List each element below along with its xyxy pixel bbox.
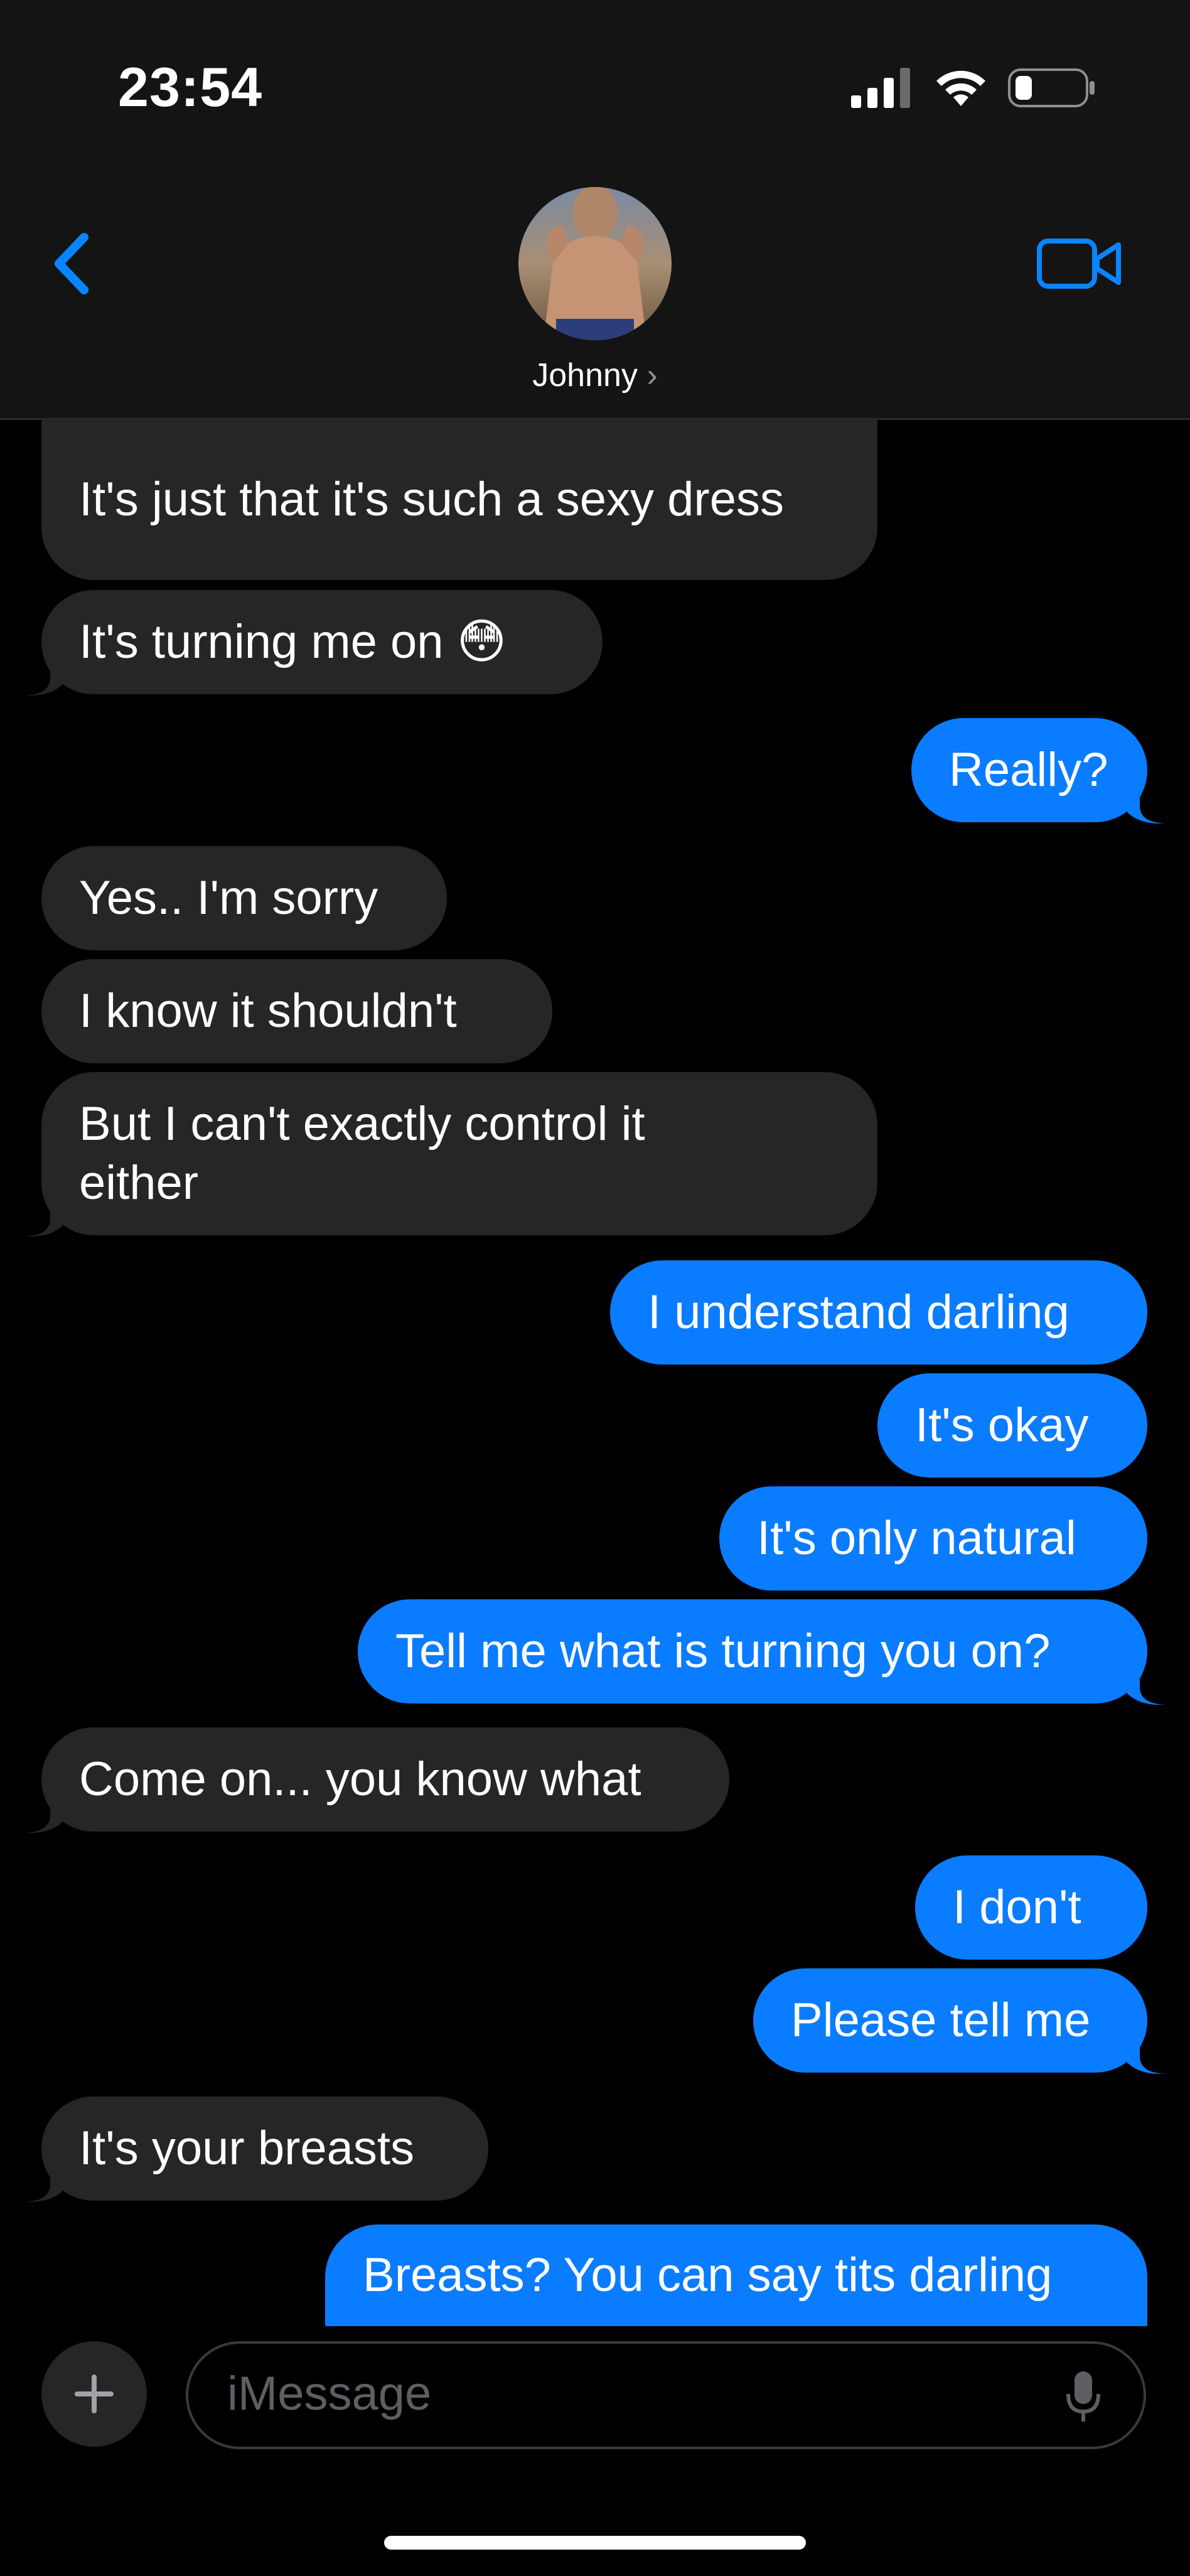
back-button[interactable] (45, 226, 102, 301)
bubble-tail (25, 1200, 63, 1237)
microphone-icon[interactable] (1064, 2369, 1102, 2425)
video-call-button[interactable] (1036, 232, 1123, 295)
sent-message[interactable]: It's only natural (719, 1486, 1147, 1591)
contact-name[interactable]: Johnny › (0, 357, 1190, 394)
plus-icon (75, 2375, 114, 2413)
contact-avatar[interactable] (518, 187, 672, 340)
received-message[interactable]: I know it shouldn't (41, 959, 552, 1063)
input-placeholder: iMessage (227, 2367, 432, 2420)
bubble-tail (25, 2165, 63, 2203)
home-indicator (384, 2536, 806, 2550)
bubble-tail (25, 659, 63, 696)
sent-message[interactable]: Breasts? You can say tits darling (325, 2224, 1147, 2326)
received-message[interactable]: But I can't exactly control it either (41, 1072, 877, 1235)
status-icons (851, 63, 1096, 113)
avatar-photo (518, 187, 672, 340)
bubble-tail (1127, 2037, 1165, 2074)
add-attachment-button[interactable] (41, 2341, 147, 2447)
sent-message[interactable]: It's okay (877, 1373, 1147, 1478)
received-message[interactable]: It's just that it's such a sexy dress (41, 419, 877, 580)
sent-message[interactable]: Really? (911, 718, 1147, 822)
signal-icon (851, 68, 910, 108)
back-chevron-icon (55, 233, 88, 294)
bubble-tail (25, 1796, 63, 1833)
received-message[interactable]: It's turning me on 😳 (41, 590, 603, 694)
received-message[interactable]: Yes.. I'm sorry (41, 846, 447, 950)
status-time: 23:54 (118, 56, 263, 118)
received-message[interactable]: It's your breasts (41, 2096, 488, 2201)
conversation-header: 23:54 Johnny › (0, 0, 1190, 419)
sent-message[interactable]: Please tell me (753, 1968, 1147, 2073)
received-message[interactable]: Come on... you know what (41, 1727, 729, 1832)
sent-message[interactable]: I don't (915, 1855, 1147, 1960)
video-call-icon (1037, 239, 1121, 289)
bubble-tail (1127, 1668, 1165, 1705)
chevron-right-icon: › (637, 357, 658, 394)
battery-icon (1008, 68, 1095, 107)
sent-message[interactable]: I understand darling (610, 1260, 1147, 1365)
wifi-icon (936, 70, 985, 106)
message-input[interactable]: iMessage (186, 2341, 1146, 2449)
bubble-tail (1127, 787, 1165, 824)
sent-message[interactable]: Tell me what is turning you on? (358, 1599, 1147, 1704)
